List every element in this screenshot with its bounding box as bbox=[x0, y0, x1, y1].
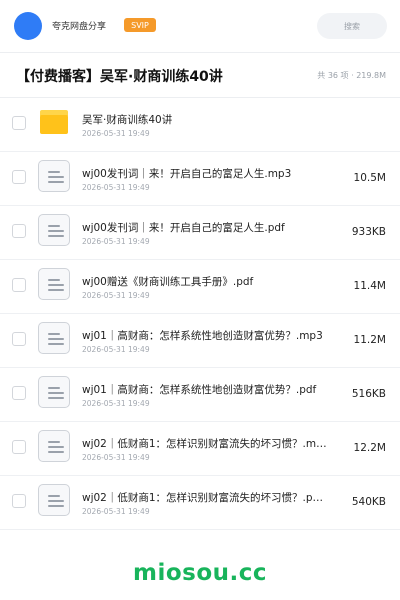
list-item[interactable]: wj00发刊词｜来！开启自己的富足人生.mp3 2026-05-31 19:49… bbox=[0, 152, 400, 206]
document-icon bbox=[38, 268, 70, 300]
item-size: 933KB bbox=[351, 226, 386, 238]
item-name: wj01｜高财商：怎样系统性地创造财富优势？.pdf bbox=[82, 384, 317, 396]
item-date: 2026-05-31 19:49 bbox=[82, 291, 150, 300]
item-date: 2026-05-31 19:49 bbox=[82, 237, 150, 246]
list-item[interactable]: wj00发刊词｜来！开启自己的富足人生.pdf 2026-05-31 19:49… bbox=[0, 206, 400, 260]
folder-meta: 共 36 项 · 219.8M bbox=[317, 71, 386, 80]
item-name: wj00发刊词｜来！开启自己的富足人生.mp3 bbox=[82, 168, 292, 180]
item-date: 2026-05-31 19:49 bbox=[82, 129, 150, 138]
checkbox[interactable] bbox=[12, 440, 26, 454]
folder-title-row: 【付费播客】吴军·财商训练40讲 共 36 项 · 219.8M bbox=[0, 53, 400, 97]
list-item[interactable]: wj01｜高财商：怎样系统性地创造财富优势？.pdf 2026-05-31 19… bbox=[0, 368, 400, 422]
item-name: 吴军·财商训练40讲 bbox=[82, 114, 173, 126]
folder-icon bbox=[40, 110, 68, 134]
folder-icon-body bbox=[40, 115, 68, 134]
item-name: wj02｜低财商1：怎样识别财富流失的坏习惯？.m… bbox=[82, 438, 327, 450]
document-icon bbox=[38, 214, 70, 246]
document-icon bbox=[38, 430, 70, 462]
item-size: 12.2M bbox=[353, 442, 386, 454]
checkbox[interactable] bbox=[12, 278, 26, 292]
list-item[interactable]: wj01｜高财商：怎样系统性地创造财富优势？.mp3 2026-05-31 19… bbox=[0, 314, 400, 368]
page-title: 【付费播客】吴军·财商训练40讲 bbox=[16, 69, 223, 85]
file-list: 吴军·财商训练40讲 2026-05-31 19:49 wj00发刊词｜来！开启… bbox=[0, 98, 400, 530]
avatar[interactable] bbox=[14, 12, 42, 40]
item-date: 2026-05-31 19:49 bbox=[82, 183, 150, 192]
list-item[interactable]: 吴军·财商训练40讲 2026-05-31 19:49 bbox=[0, 98, 400, 152]
item-size: 11.4M bbox=[353, 280, 386, 292]
checkbox[interactable] bbox=[12, 224, 26, 238]
share-name: 夸克网盘分享 bbox=[52, 22, 107, 32]
checkbox[interactable] bbox=[12, 116, 26, 130]
document-icon bbox=[38, 376, 70, 408]
item-date: 2026-05-31 19:49 bbox=[82, 345, 150, 354]
list-item[interactable]: wj00赠送《财商训练工具手册》.pdf 2026-05-31 19:49 11… bbox=[0, 260, 400, 314]
document-icon bbox=[38, 484, 70, 516]
item-date: 2026-05-31 19:49 bbox=[82, 453, 150, 462]
document-icon bbox=[38, 322, 70, 354]
list-item[interactable]: wj02｜低财商1：怎样识别财富流失的坏习惯？.p… 2026-05-31 19… bbox=[0, 476, 400, 530]
item-date: 2026-05-31 19:49 bbox=[82, 507, 150, 516]
document-icon bbox=[38, 160, 70, 192]
list-item[interactable]: wj02｜低财商1：怎样识别财富流失的坏习惯？.m… 2026-05-31 19… bbox=[0, 422, 400, 476]
svip-badge: SVIP bbox=[124, 18, 156, 32]
item-name: wj00发刊词｜来！开启自己的富足人生.pdf bbox=[82, 222, 285, 234]
item-size: 516KB bbox=[351, 388, 386, 400]
checkbox[interactable] bbox=[12, 494, 26, 508]
checkbox[interactable] bbox=[12, 332, 26, 346]
search-input[interactable]: 搜索 bbox=[317, 13, 387, 39]
item-date: 2026-05-31 19:49 bbox=[82, 399, 150, 408]
item-name: wj01｜高财商：怎样系统性地创造财富优势？.mp3 bbox=[82, 330, 323, 342]
header-bar: 夸克网盘分享 SVIP 搜索 bbox=[0, 0, 400, 52]
item-size: 11.2M bbox=[353, 334, 386, 346]
item-size: 540KB bbox=[351, 496, 386, 508]
watermark: miosou.cc bbox=[132, 560, 268, 586]
checkbox[interactable] bbox=[12, 170, 26, 184]
item-name: wj02｜低财商1：怎样识别财富流失的坏习惯？.p… bbox=[82, 492, 324, 504]
item-size: 10.5M bbox=[353, 172, 386, 184]
checkbox[interactable] bbox=[12, 386, 26, 400]
item-name: wj00赠送《财商训练工具手册》.pdf bbox=[82, 276, 254, 288]
